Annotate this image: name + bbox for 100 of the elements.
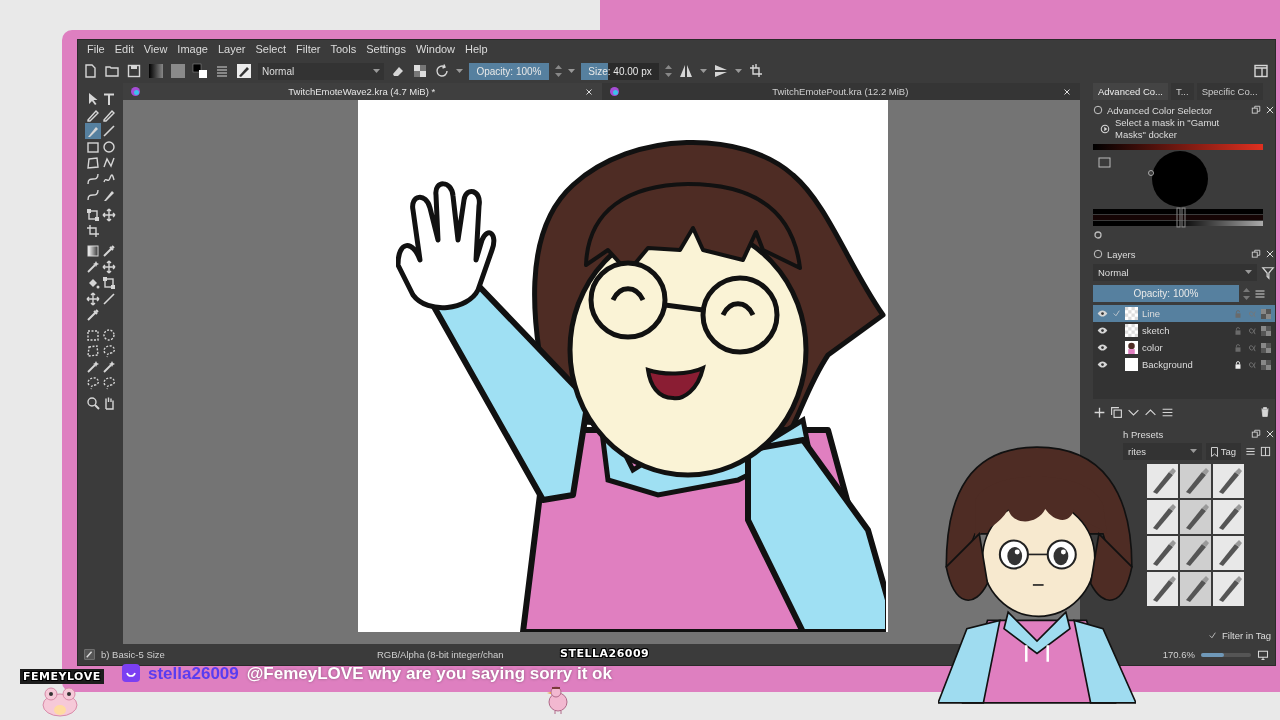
close-icon[interactable] [1265,429,1275,439]
filter-icon[interactable] [1261,265,1275,280]
eye-icon[interactable] [1097,325,1108,336]
document-tab[interactable]: TwitchEmoteWave2.kra (4.7 MiB) * [123,83,602,100]
brush-preset-icon[interactable] [1213,572,1244,606]
new-document-icon[interactable] [82,63,98,79]
spin-arrows-icon[interactable] [555,64,562,78]
gradient-swatch-icon[interactable] [148,63,164,79]
tag-dropdown[interactable]: rites [1123,443,1202,460]
polygon-icon[interactable] [84,155,101,171]
rectangle-icon[interactable] [84,139,101,155]
color-selector-drawing[interactable] [1093,141,1263,239]
lock-icon[interactable] [1233,359,1243,370]
eye-icon[interactable] [1097,342,1108,353]
color-swatch-icon[interactable] [192,63,208,79]
pattern-swatch-icon[interactable] [170,63,186,79]
brush-preset-icon[interactable] [1147,500,1178,534]
spin-arrows-icon[interactable] [665,64,672,78]
float-icon[interactable] [1251,105,1261,115]
checker-icon[interactable] [1261,325,1271,336]
eye-icon[interactable] [1097,359,1108,370]
zoom-slider[interactable] [1201,652,1251,657]
wrap-icon[interactable] [748,63,764,79]
menu-item[interactable]: Tools [325,40,362,59]
docker-tab[interactable]: Specific Co... [1196,83,1263,100]
brush-preset-icon[interactable] [1180,572,1211,606]
brush-icon[interactable] [84,123,101,139]
zoom-icon[interactable] [84,395,101,411]
eye-icon[interactable] [1097,308,1108,319]
dashed-rectangle-icon[interactable] [84,327,101,343]
menu-item[interactable]: View [138,40,173,59]
filter-in-tag-checkbox[interactable]: Filter in Tag [1208,629,1271,641]
layer-opacity-slider[interactable]: Opacity: 100% [1093,285,1239,302]
menu-item[interactable]: Layer [212,40,251,59]
brush-preset-icon[interactable] [1147,464,1178,498]
layer-row[interactable]: sketch [1093,322,1275,339]
docker-menu-icon[interactable] [1093,105,1103,115]
transform-icon[interactable] [100,275,117,291]
brush-preset-icon[interactable] [1213,464,1244,498]
gamut-mask-icon[interactable] [1099,123,1111,135]
gradient-icon[interactable] [84,243,101,259]
docker-tab[interactable]: T... [1170,83,1194,100]
check-icon[interactable] [1208,630,1218,640]
dashed-circle-icon[interactable] [100,327,117,343]
checker-icon[interactable] [1261,359,1271,370]
brush-preset-icon[interactable] [1147,536,1178,570]
layer-row[interactable]: color [1093,339,1275,356]
brush-preset-icon[interactable] [1147,572,1178,606]
menu-item[interactable]: Filter [291,40,326,59]
check-icon[interactable] [1112,309,1121,318]
caret-icon[interactable] [456,68,463,74]
blend-mode-dropdown[interactable]: Normal [1093,264,1257,281]
move-icon[interactable] [100,207,117,223]
move-icon[interactable] [84,291,101,307]
checker-icon[interactable] [1261,342,1271,353]
brush-preset-icon[interactable] [1213,500,1244,534]
menu-item[interactable]: File [82,40,110,59]
brush-preset-icon[interactable] [1180,500,1211,534]
menu-item[interactable]: Image [172,40,213,59]
menu-item[interactable]: Edit [109,40,139,59]
spin-arrows-icon[interactable] [1243,286,1250,301]
close-icon[interactable] [1265,105,1275,115]
menu-icon[interactable] [1254,287,1266,300]
caret-icon[interactable] [700,68,707,74]
add-icon[interactable] [1093,405,1106,419]
caret-icon[interactable] [735,68,742,74]
document-tab[interactable]: TwitchEmotePout.kra (12.2 MiB) [601,83,1080,100]
trash-icon[interactable] [1259,406,1271,418]
curve-icon[interactable] [84,187,101,203]
float-icon[interactable] [1251,429,1261,439]
opacity-slider[interactable]: Opacity: 100% [469,62,549,80]
menu-icon[interactable] [1245,446,1256,457]
docker-tab[interactable]: Advanced Co... [1093,83,1168,100]
move-icon[interactable] [100,259,117,275]
close-icon[interactable] [583,86,594,97]
menu-item[interactable]: Select [250,40,292,59]
brush-settings-icon[interactable] [214,63,230,79]
close-icon[interactable] [1062,86,1072,97]
pen-icon[interactable] [100,107,117,123]
ellipse-icon[interactable] [100,139,117,155]
brush-preset-icon[interactable] [1180,464,1211,498]
panel-icon[interactable] [1253,63,1269,79]
layer-row[interactable]: Background [1093,356,1275,373]
docker-menu-icon[interactable] [1093,249,1103,259]
monitor-icon[interactable] [1257,648,1269,661]
curve-icon[interactable] [84,171,101,187]
refresh-icon[interactable] [434,63,450,79]
folder-icon[interactable] [104,63,120,79]
brush-preset-icon[interactable] [1180,536,1211,570]
save-icon[interactable] [126,63,142,79]
brush-preset-icon[interactable] [236,63,252,79]
transform-icon[interactable] [84,207,101,223]
tag-button[interactable]: Tag [1205,443,1241,460]
float-icon[interactable] [1251,249,1261,259]
brush-preset-icon[interactable] [1213,536,1244,570]
mirror-icon[interactable] [678,63,694,79]
brush-preset-icon[interactable] [84,649,95,660]
close-icon[interactable] [1265,249,1275,259]
pen-icon[interactable] [84,107,101,123]
menu-item[interactable]: Help [460,40,493,59]
